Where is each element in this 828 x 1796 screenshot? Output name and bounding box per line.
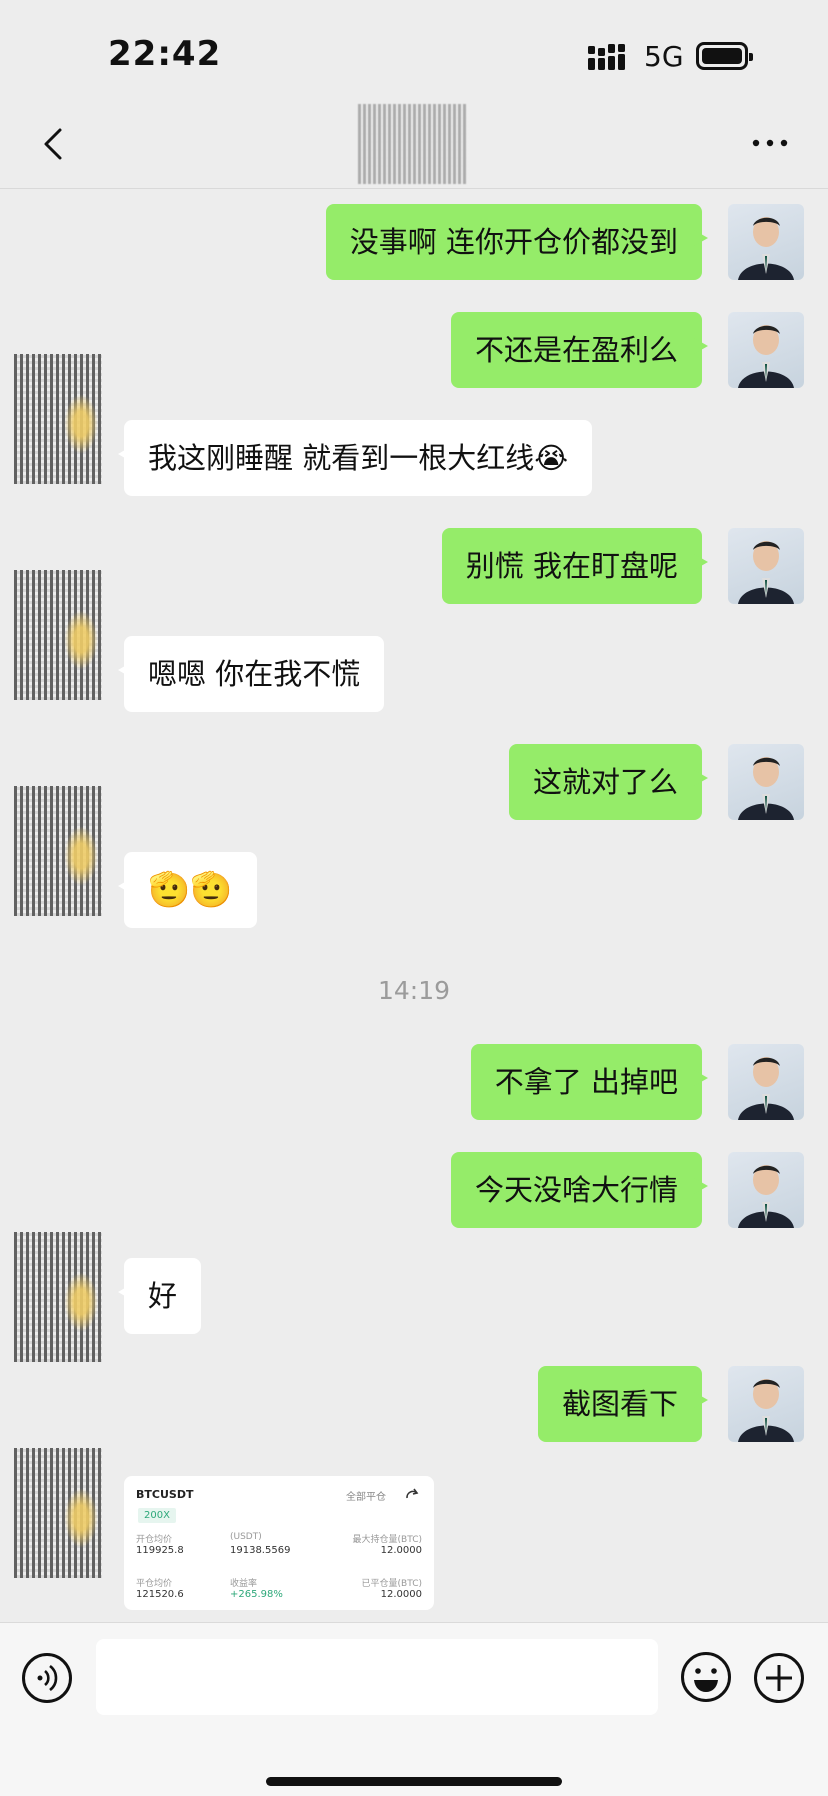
more-icon[interactable]	[750, 128, 790, 158]
chat-header	[0, 100, 828, 189]
max-hold-value: 12.0000	[380, 1545, 422, 1556]
trade-symbol: BTCUSDT	[136, 1488, 194, 1501]
max-hold-label: 最大持仓量(BTC)	[352, 1535, 422, 1545]
open-avg-label: 开仓均价	[136, 1535, 173, 1545]
chevron-left-icon[interactable]	[34, 122, 74, 166]
usdt-value: 19138.5569	[230, 1545, 291, 1556]
share-icon	[406, 1488, 419, 1499]
leverage-badge: 200X	[138, 1508, 176, 1523]
status-bar: 22:42 5G	[0, 0, 828, 100]
contact-avatar[interactable]	[14, 1448, 102, 1578]
close-avg-label: 平仓均价	[136, 1579, 173, 1589]
closed-qty-value: 12.0000	[380, 1589, 422, 1600]
battery-icon	[696, 42, 753, 70]
my-avatar[interactable]	[728, 528, 804, 604]
input-bar	[0, 1622, 828, 1796]
message-bubble[interactable]: 这就对了么	[508, 744, 709, 820]
message-input[interactable]	[96, 1639, 658, 1715]
network-label: 5G	[644, 40, 684, 73]
status-time: 22:42	[108, 34, 222, 74]
contact-avatar[interactable]	[14, 786, 102, 916]
signal-icon	[588, 44, 625, 70]
contact-avatar[interactable]	[14, 354, 102, 484]
my-avatar[interactable]	[728, 1152, 804, 1228]
message-list[interactable]: 没事啊 连你开仓价都没到 不还是在盈利么 我这刚睡醒 就看到一根大红线😭 别慌 …	[0, 188, 828, 1622]
message-bubble[interactable]: 没事啊 连你开仓价都没到	[325, 204, 709, 280]
message-bubble[interactable]: 嗯嗯 你在我不慌	[117, 636, 385, 712]
message-bubble[interactable]: 截图看下	[537, 1366, 709, 1442]
contact-avatar[interactable]	[14, 570, 102, 700]
contact-name-pixelated	[358, 104, 468, 184]
contact-avatar[interactable]	[14, 1232, 102, 1362]
plus-icon[interactable]	[754, 1653, 804, 1703]
my-avatar[interactable]	[728, 1366, 804, 1442]
my-avatar[interactable]	[728, 1044, 804, 1120]
my-avatar[interactable]	[728, 204, 804, 280]
trade-screenshot-card[interactable]: BTCUSDT 200X 全部平仓 开仓均价 119925.8 (USDT) 1…	[124, 1476, 434, 1610]
message-bubble[interactable]: 不还是在盈利么	[450, 312, 709, 388]
close-all-label: 全部平仓	[346, 1492, 386, 1503]
message-bubble[interactable]: 不拿了 出掉吧	[470, 1044, 709, 1120]
closed-qty-label: 已平仓量(BTC)	[361, 1579, 422, 1589]
message-timestamp: 14:19	[377, 976, 451, 1005]
message-bubble[interactable]: 🫡🫡	[118, 852, 257, 928]
home-indicator	[266, 1777, 562, 1786]
yield-label: 收益率	[230, 1579, 258, 1589]
my-avatar[interactable]	[728, 312, 804, 388]
open-avg-value: 119925.8	[136, 1545, 184, 1556]
close-avg-value: 121520.6	[136, 1589, 184, 1600]
message-bubble[interactable]: 别慌 我在盯盘呢	[441, 528, 709, 604]
message-bubble[interactable]: 今天没啥大行情	[450, 1152, 709, 1228]
message-bubble[interactable]: 好	[117, 1258, 202, 1334]
voice-icon[interactable]	[22, 1653, 72, 1703]
emoji-icon[interactable]	[680, 1651, 732, 1703]
yield-value: +265.98%	[230, 1589, 283, 1600]
my-avatar[interactable]	[728, 744, 804, 820]
message-bubble[interactable]: 我这刚睡醒 就看到一根大红线😭	[117, 420, 593, 496]
usdt-label: (USDT)	[230, 1532, 262, 1542]
